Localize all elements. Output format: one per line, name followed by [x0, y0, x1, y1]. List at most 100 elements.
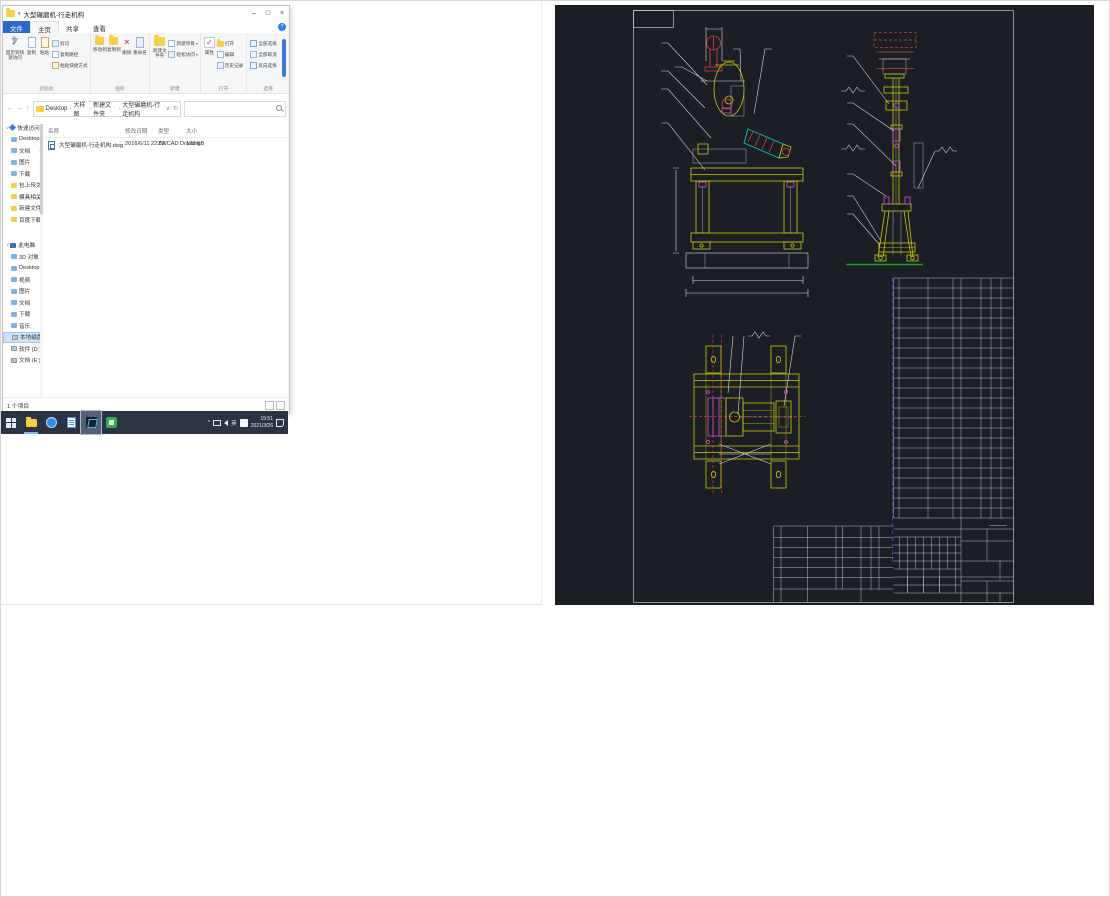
- taskbar-file-explorer[interactable]: [21, 411, 41, 434]
- quick-access-icon: [9, 124, 17, 132]
- breadcrumb-item[interactable]: 大型碾磨机-行走机构: [122, 100, 165, 118]
- search-input[interactable]: [184, 100, 286, 117]
- sidebar-item-documents-pc[interactable]: 文档: [3, 297, 43, 309]
- volume-icon[interactable]: [224, 419, 229, 426]
- cut-icon: [52, 40, 59, 47]
- column-header-modified[interactable]: 修改日期: [125, 127, 147, 135]
- cad-drawing-viewport[interactable]: [555, 5, 1094, 605]
- taskbar-browser[interactable]: [41, 411, 61, 434]
- tray-display-icon[interactable]: [213, 419, 222, 426]
- column-header-name[interactable]: 名称: [48, 127, 59, 135]
- column-header-size[interactable]: 大小: [186, 127, 197, 135]
- sidebar-item-videos[interactable]: 视频: [3, 274, 43, 286]
- sidebar-item-folder[interactable]: 新建文件夹: [3, 203, 43, 215]
- sidebar-item-3d-objects[interactable]: 3D 对象: [3, 251, 43, 263]
- taskbar-green-app[interactable]: [101, 411, 121, 434]
- taskbar-zwcad[interactable]: [80, 410, 102, 435]
- action-center-icon[interactable]: [276, 418, 284, 427]
- clock[interactable]: 15:51 2021/3/26: [251, 416, 273, 429]
- edit-button[interactable]: 编辑: [216, 49, 243, 60]
- copy-to-icon: [109, 35, 119, 45]
- tab-file[interactable]: 文件: [3, 21, 30, 33]
- invert-selection-icon: [250, 62, 258, 69]
- rename-button[interactable]: 重命名: [133, 35, 147, 55]
- tab-share[interactable]: 共享: [59, 21, 86, 33]
- help-icon[interactable]: ?: [278, 23, 286, 31]
- open-button[interactable]: 打开: [216, 38, 243, 49]
- invert-selection-button[interactable]: 反向选择: [250, 60, 277, 71]
- properties-button[interactable]: ✓ 属性: [203, 35, 216, 55]
- select-none-button[interactable]: 全部取消: [250, 49, 277, 60]
- ime-icon[interactable]: [239, 418, 248, 427]
- sidebar-item-pictures-pc[interactable]: 图片: [3, 286, 43, 298]
- sidebar-item-folder[interactable]: 模具相关资料: [3, 191, 43, 203]
- sidebar-item-documents[interactable]: 文档•: [3, 145, 43, 157]
- copy-to-button[interactable]: 复制到: [107, 35, 121, 52]
- tab-home[interactable]: 主页: [30, 21, 59, 34]
- folder-icon: [11, 182, 17, 188]
- select-all-button[interactable]: 全部选择: [250, 38, 277, 49]
- move-to-button[interactable]: 移动到: [93, 35, 107, 52]
- paste-button[interactable]: 粘贴: [38, 35, 51, 55]
- sidebar-item-disk-e[interactable]: 文档 (E:): [3, 355, 43, 367]
- minimize-button[interactable]: –: [247, 6, 261, 21]
- new-item-button[interactable]: 新建项目 ▾: [168, 38, 198, 49]
- sidebar-item-disk-d[interactable]: 软件 (D:): [3, 343, 43, 355]
- forward-button[interactable]: →: [16, 105, 23, 112]
- language-indicator[interactable]: 英: [231, 419, 237, 427]
- sidebar-item-downloads-pc[interactable]: 下载: [3, 309, 43, 321]
- ribbon-scrollbar[interactable]: [282, 39, 286, 77]
- copy-button[interactable]: 复制: [25, 35, 38, 55]
- breadcrumb-item[interactable]: Desktop: [46, 106, 68, 112]
- taskbar-document-app[interactable]: [61, 411, 81, 434]
- disk-icon: [12, 334, 18, 340]
- sidebar-item-desktop-pc[interactable]: Desktop: [3, 263, 43, 275]
- thumbnails-view-icon[interactable]: [276, 400, 285, 410]
- status-bar: 1 个项目: [3, 397, 289, 412]
- copy-icon: [27, 37, 36, 48]
- paste-shortcut-button[interactable]: 粘贴快捷方式: [52, 60, 88, 71]
- pin-to-quick-access-button[interactable]: 固定到快速访问: [5, 35, 25, 61]
- tray-overflow-caret[interactable]: ^: [208, 420, 211, 426]
- sidebar-item-downloads[interactable]: 下载•: [3, 168, 43, 180]
- delete-button[interactable]: × 删除: [121, 35, 133, 55]
- folder-icon: [11, 205, 17, 211]
- sidebar-item-local-disk-c[interactable]: 本地磁盘 (C:): [3, 331, 43, 343]
- breadcrumb-item[interactable]: 大样图: [73, 100, 87, 118]
- cut-button[interactable]: 剪切: [52, 38, 88, 49]
- breadcrumb[interactable]: Desktop › 大样图 › 新建文件夹 › 大型碾磨机-行走机构 ∨ ↻: [32, 100, 181, 118]
- file-row[interactable]: 大型碾磨机-行走机构.dwg 2016/6/11 22:52 ZWCAD Dra…: [43, 140, 288, 151]
- address-dropdown-icon[interactable]: ∨: [166, 105, 170, 112]
- refresh-icon[interactable]: ↻: [173, 105, 178, 112]
- sidebar-item-desktop[interactable]: Desktop•: [3, 134, 43, 146]
- sidebar-item-music[interactable]: 音乐: [3, 320, 43, 332]
- column-header-type[interactable]: 类型: [158, 127, 169, 135]
- breadcrumb-item[interactable]: 新建文件夹: [93, 100, 116, 118]
- start-button[interactable]: [1, 411, 21, 434]
- history-button[interactable]: 历史记录: [216, 60, 243, 71]
- sidebar-item-folder[interactable]: 包上传文件: [3, 180, 43, 192]
- folder-icon: [6, 8, 15, 17]
- maximize-button[interactable]: □: [261, 6, 275, 21]
- quick-access-toolbar-caret[interactable]: ▾: [18, 11, 21, 17]
- front-view: [661, 27, 809, 297]
- sidebar-item-pictures[interactable]: 图片•: [3, 157, 43, 169]
- sidebar-item-quick-access[interactable]: ∨ 快速访问: [3, 122, 43, 134]
- up-button[interactable]: ↑: [26, 105, 30, 112]
- back-button[interactable]: ←: [6, 105, 13, 112]
- copy-path-button[interactable]: 复制路径: [52, 49, 88, 60]
- folder-icon: [11, 217, 17, 223]
- tab-view[interactable]: 查看: [86, 21, 113, 33]
- ribbon-group-clipboard: 固定到快速访问 复制 粘贴 剪切 复制路径 粘贴快捷方式 剪贴板: [3, 33, 91, 93]
- sidebar-item-this-pc[interactable]: ∨ 此电脑: [3, 240, 43, 252]
- drawing-frame: [633, 10, 1014, 603]
- rename-icon: [135, 37, 144, 48]
- sidebar-item-folder[interactable]: 百度下载: [3, 214, 43, 226]
- easy-access-button[interactable]: 轻松访问 ▾: [168, 49, 198, 60]
- file-name: 大型碾磨机-行走机构.dwg: [59, 143, 124, 149]
- close-button[interactable]: ×: [275, 6, 289, 21]
- desktop-icon: [11, 136, 17, 142]
- edit-icon: [216, 51, 224, 58]
- details-view-icon[interactable]: [265, 400, 274, 410]
- new-folder-button[interactable]: 新建文件夹: [152, 35, 168, 59]
